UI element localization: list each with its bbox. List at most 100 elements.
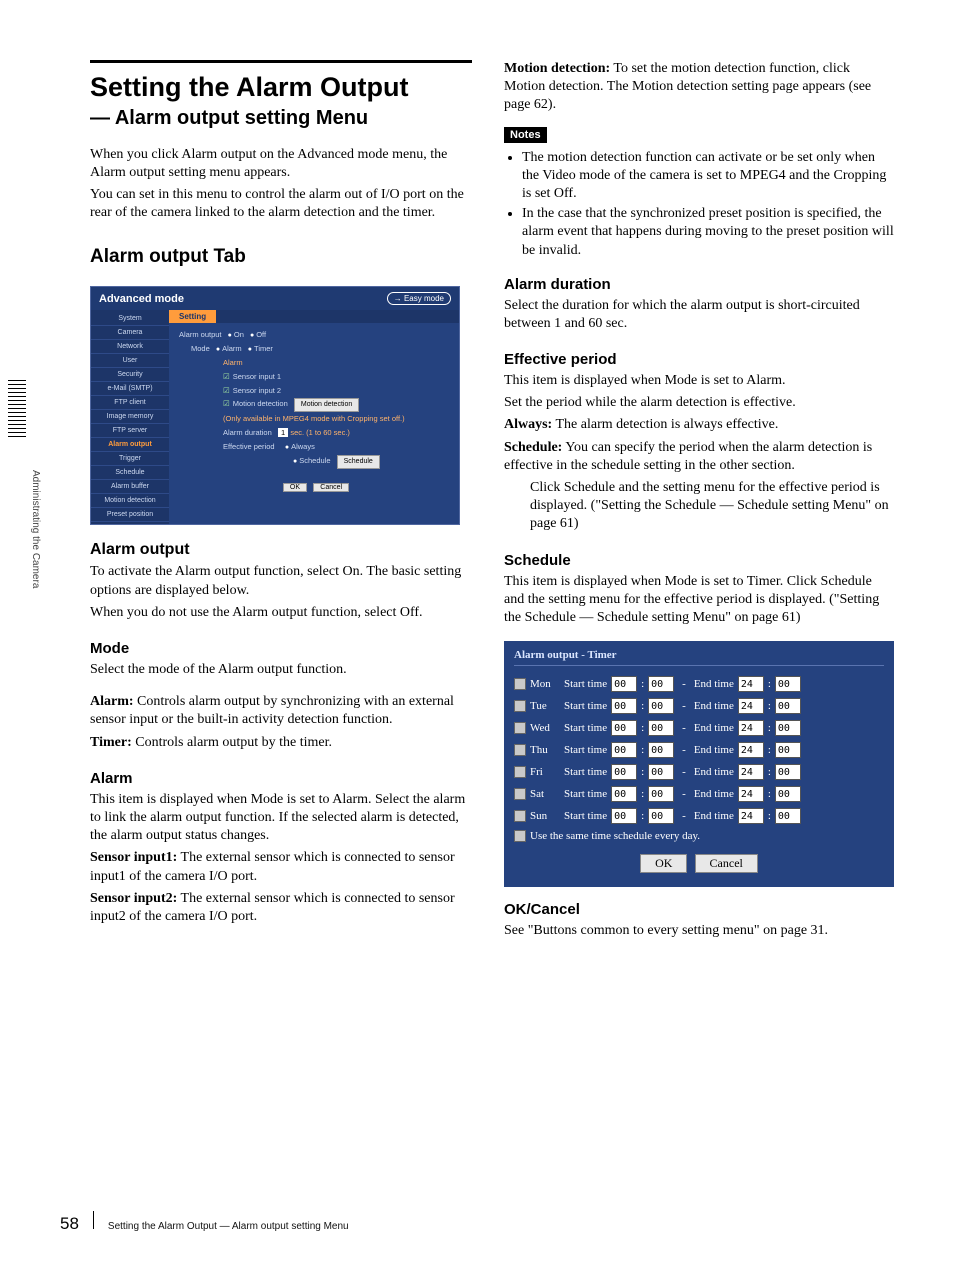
radio-label: Off — [256, 330, 266, 339]
end-mm-input[interactable]: 00 — [775, 676, 801, 692]
note-item: The motion detection function can activa… — [522, 149, 894, 204]
day-checkbox[interactable] — [514, 766, 526, 778]
day-checkbox[interactable] — [514, 700, 526, 712]
radio-schedule[interactable] — [289, 456, 299, 465]
sidebar-item-trigger[interactable]: Trigger — [91, 452, 169, 466]
start-mm-input[interactable]: 00 — [648, 786, 674, 802]
sidebar-item-system[interactable]: System — [91, 312, 169, 326]
same-schedule-checkbox[interactable] — [514, 830, 526, 842]
colon: : — [641, 810, 644, 822]
chk-sensor2[interactable] — [223, 386, 233, 395]
sidebar-item-email[interactable]: e-Mail (SMTP) — [91, 382, 169, 396]
start-mm-input[interactable]: 00 — [648, 698, 674, 714]
end-hh-input[interactable]: 24 — [738, 720, 764, 736]
definition: Always: The alarm detection is always ef… — [504, 416, 894, 434]
sidebar-item-security[interactable]: Security — [91, 368, 169, 382]
end-mm-input[interactable]: 00 — [775, 786, 801, 802]
end-mm-input[interactable]: 00 — [775, 742, 801, 758]
end-label: End time — [694, 766, 734, 778]
sidebar-item-motion-detection[interactable]: Motion detection — [91, 494, 169, 508]
colon: : — [641, 722, 644, 734]
day-checkbox[interactable] — [514, 722, 526, 734]
start-label: Start time — [564, 810, 607, 822]
heading-alarm-duration: Alarm duration — [504, 276, 894, 293]
start-label: Start time — [564, 766, 607, 778]
start-label: Start time — [564, 744, 607, 756]
sidebar-item-image-memory[interactable]: Image memory — [91, 410, 169, 424]
easy-mode-button[interactable]: → Easy mode — [387, 292, 451, 305]
heading-alarm: Alarm — [90, 770, 472, 787]
cancel-button[interactable]: Cancel — [695, 854, 758, 873]
start-mm-input[interactable]: 00 — [648, 742, 674, 758]
radio-timer[interactable] — [244, 344, 254, 353]
start-hh-input[interactable]: 00 — [611, 698, 637, 714]
sidebar-item-ftp-client[interactable]: FTP client — [91, 396, 169, 410]
day-label: Sun — [530, 810, 560, 822]
day-label: Mon — [530, 678, 560, 690]
timer-schedule-panel: Alarm output - Timer MonStart time00:00-… — [504, 641, 894, 887]
note-item: In the case that the synchronized preset… — [522, 205, 894, 260]
start-mm-input[interactable]: 00 — [648, 808, 674, 824]
end-mm-input[interactable]: 00 — [775, 720, 801, 736]
intro-paragraph: You can set in this menu to control the … — [90, 186, 472, 222]
colon: : — [641, 678, 644, 690]
start-hh-input[interactable]: 00 — [611, 786, 637, 802]
start-hh-input[interactable]: 00 — [611, 676, 637, 692]
day-checkbox[interactable] — [514, 810, 526, 822]
end-hh-input[interactable]: 24 — [738, 698, 764, 714]
notes-badge: Notes — [504, 127, 547, 143]
chk-motion[interactable] — [223, 399, 233, 408]
chk-sensor1[interactable] — [223, 372, 233, 381]
timer-day-row: ThuStart time00:00-End time24:00 — [514, 742, 884, 758]
body-text: To activate the Alarm output function, s… — [90, 563, 472, 599]
timer-day-row: SatStart time00:00-End time24:00 — [514, 786, 884, 802]
ok-button[interactable]: OK — [283, 483, 307, 492]
sidebar-item-network[interactable]: Network — [91, 340, 169, 354]
end-label: End time — [694, 700, 734, 712]
end-hh-input[interactable]: 24 — [738, 808, 764, 824]
start-hh-input[interactable]: 00 — [611, 764, 637, 780]
alarm-subhead: Alarm — [179, 357, 449, 370]
end-label: End time — [694, 744, 734, 756]
colon: : — [641, 700, 644, 712]
radio-alarm[interactable] — [212, 344, 222, 353]
day-checkbox[interactable] — [514, 744, 526, 756]
sidebar-item-ftp-server[interactable]: FTP server — [91, 424, 169, 438]
end-hh-input[interactable]: 24 — [738, 742, 764, 758]
sidebar-item-user[interactable]: User — [91, 354, 169, 368]
tab-setting[interactable]: Setting — [169, 310, 216, 323]
radio-label: On — [234, 330, 244, 339]
dash: - — [682, 744, 686, 756]
dash: - — [682, 722, 686, 734]
sidebar-item-preset-position[interactable]: Preset position — [91, 508, 169, 522]
end-hh-input[interactable]: 24 — [738, 676, 764, 692]
page-number: 58 — [60, 1214, 79, 1234]
duration-select[interactable]: 1 — [278, 428, 288, 437]
cancel-button[interactable]: Cancel — [313, 483, 349, 492]
start-hh-input[interactable]: 00 — [611, 742, 637, 758]
sidebar-item-alarm-output[interactable]: Alarm output — [91, 438, 169, 452]
field-label: Alarm duration — [223, 428, 272, 437]
sidebar-item-schedule[interactable]: Schedule — [91, 466, 169, 480]
definition: Alarm: Controls alarm output by synchron… — [90, 693, 472, 729]
end-mm-input[interactable]: 00 — [775, 808, 801, 824]
start-mm-input[interactable]: 00 — [648, 676, 674, 692]
end-hh-input[interactable]: 24 — [738, 764, 764, 780]
day-checkbox[interactable] — [514, 788, 526, 800]
ok-button[interactable]: OK — [640, 854, 687, 873]
radio-off[interactable] — [246, 330, 256, 339]
start-hh-input[interactable]: 00 — [611, 720, 637, 736]
radio-always[interactable] — [281, 442, 291, 451]
radio-on[interactable] — [224, 330, 234, 339]
end-mm-input[interactable]: 00 — [775, 698, 801, 714]
sidebar-item-alarm-buffer[interactable]: Alarm buffer — [91, 480, 169, 494]
end-mm-input[interactable]: 00 — [775, 764, 801, 780]
start-mm-input[interactable]: 00 — [648, 764, 674, 780]
schedule-button[interactable]: Schedule — [337, 455, 380, 469]
start-hh-input[interactable]: 00 — [611, 808, 637, 824]
day-checkbox[interactable] — [514, 678, 526, 690]
start-mm-input[interactable]: 00 — [648, 720, 674, 736]
sidebar-item-camera[interactable]: Camera — [91, 326, 169, 340]
end-hh-input[interactable]: 24 — [738, 786, 764, 802]
motion-detection-button[interactable]: Motion detection — [294, 398, 359, 412]
